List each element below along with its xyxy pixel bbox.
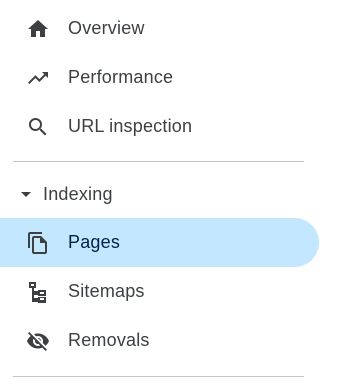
section-header-indexing[interactable]: Indexing bbox=[0, 172, 320, 216]
trending-up-icon bbox=[26, 66, 50, 90]
nav-item-label: Pages bbox=[68, 232, 121, 252]
nav-item-label: URL inspection bbox=[68, 116, 193, 136]
divider bbox=[13, 376, 304, 377]
visibility-off-icon bbox=[26, 329, 50, 353]
sidebar-nav: Overview Performance URL inspection Inde… bbox=[0, 0, 363, 384]
nav-item-sitemaps[interactable]: Sitemaps bbox=[0, 267, 320, 316]
section-header-label: Indexing bbox=[43, 183, 113, 204]
pages-copy-icon bbox=[26, 231, 50, 255]
nav-item-pages[interactable]: Pages bbox=[0, 218, 319, 267]
divider bbox=[13, 161, 304, 162]
nav-item-url-inspection[interactable]: URL inspection bbox=[0, 102, 320, 151]
nav-item-label: Sitemaps bbox=[68, 281, 145, 301]
search-icon bbox=[26, 115, 50, 139]
nav-item-label: Overview bbox=[68, 18, 145, 38]
nav-item-overview[interactable]: Overview bbox=[0, 4, 320, 53]
nav-item-label: Performance bbox=[68, 67, 174, 87]
caret-down-icon bbox=[18, 186, 34, 202]
nav-item-performance[interactable]: Performance bbox=[0, 53, 320, 102]
nav-item-removals[interactable]: Removals bbox=[0, 316, 320, 365]
sitemap-icon bbox=[26, 280, 50, 304]
home-icon bbox=[26, 17, 50, 41]
nav-item-label: Removals bbox=[68, 330, 150, 350]
